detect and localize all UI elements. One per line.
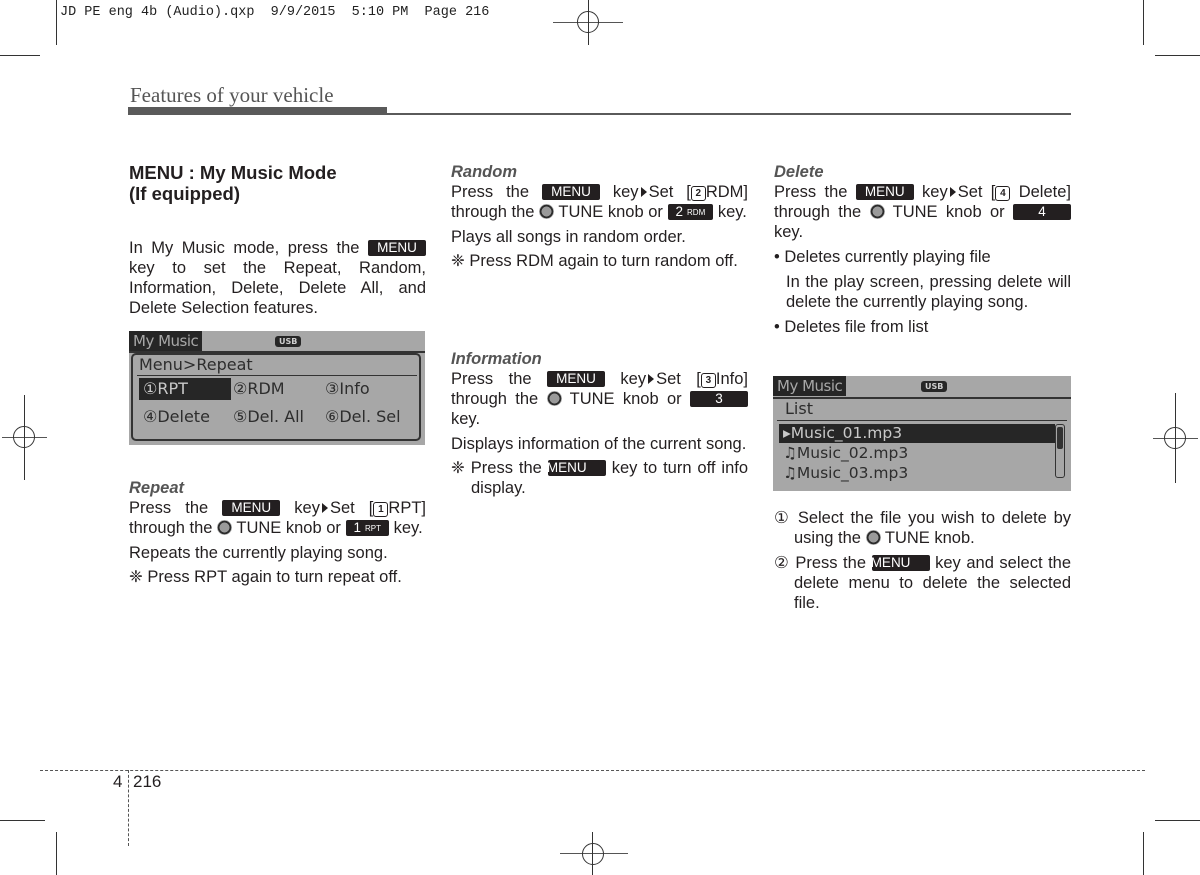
music-note-icon: ♫ bbox=[783, 464, 797, 482]
right-triangle-icon bbox=[949, 187, 956, 197]
delete-step-1: ① Select the file you wish to delete by … bbox=[774, 509, 1072, 547]
delete-bullet-list: • Deletes file from list bbox=[774, 318, 929, 336]
file-row[interactable]: ♫Music_02.mp3 bbox=[779, 444, 912, 463]
delete-steps: ① Select the file you wish to delete by … bbox=[774, 508, 1071, 613]
information-instructions: Press the MENU key Set [3 Info] through th… bbox=[451, 370, 748, 428]
random-heading: Random bbox=[451, 163, 517, 181]
repeat-description: Repeats the currently playing song. bbox=[129, 544, 388, 562]
menu-key: MENU bbox=[222, 500, 281, 516]
menu-option-delete[interactable]: ④Delete bbox=[139, 406, 214, 428]
menu-option-rdm[interactable]: ②RDM bbox=[229, 378, 289, 400]
scrollbar[interactable] bbox=[1055, 424, 1065, 478]
right-triangle-icon bbox=[321, 503, 328, 513]
column-1: MENU : My Music Mode (If equipped) In My… bbox=[129, 162, 426, 318]
crop-mark bbox=[0, 820, 45, 821]
tune-knob-icon bbox=[865, 530, 881, 545]
crop-mark bbox=[56, 0, 57, 45]
repeat-instructions: Press the MENU key Set [1 RPT] through the… bbox=[129, 499, 426, 537]
section-header-title: Features of your vehicle bbox=[130, 83, 334, 107]
screen-divider bbox=[137, 375, 417, 376]
information-note: ❈ Press the MENU key to turn off info di… bbox=[451, 459, 749, 497]
rdm-key: 2 RDM bbox=[667, 204, 714, 220]
tune-knob-icon bbox=[217, 520, 233, 535]
footer-divider bbox=[128, 770, 129, 846]
menu-breadcrumb: Menu>Repeat bbox=[139, 355, 253, 374]
tune-knob-icon bbox=[546, 391, 562, 406]
screen-divider bbox=[773, 397, 1071, 399]
header-rule bbox=[387, 113, 1071, 115]
menu-key: MENU bbox=[541, 184, 600, 200]
menu-option-rpt[interactable]: ①RPT bbox=[139, 378, 231, 400]
random-note: ❈ Press RDM again to turn random off. bbox=[451, 252, 738, 270]
delete-step-2: ② Press the MENU key and select the dele… bbox=[774, 554, 1072, 612]
rpt-key: 1 RPT bbox=[345, 520, 390, 536]
page-title: MENU : My Music Mode bbox=[129, 162, 337, 183]
screen-divider bbox=[777, 420, 1067, 421]
screen-tab: My Music bbox=[773, 376, 847, 396]
page-title-qualifier: (If equipped) bbox=[129, 183, 240, 204]
scrollbar-thumb[interactable] bbox=[1057, 427, 1063, 449]
menu-key: MENU bbox=[547, 460, 606, 476]
crop-mark bbox=[1143, 832, 1144, 875]
information-section: Information Press the MENU key Set [3 Info… bbox=[451, 349, 748, 498]
repeat-note: ❈ Press RPT again to turn repeat off. bbox=[129, 568, 402, 586]
tune-knob-icon bbox=[539, 204, 555, 219]
delete-bullet-current: • Deletes currently playing file bbox=[774, 248, 991, 266]
crop-mark bbox=[1155, 55, 1200, 56]
random-description: Plays all songs in random order. bbox=[451, 228, 686, 246]
number-3-icon: 3 bbox=[700, 373, 716, 388]
crop-mark bbox=[1155, 820, 1200, 821]
usb-source-badge: USB bbox=[921, 381, 948, 392]
file-row[interactable]: ♫Music_03.mp3 bbox=[779, 464, 912, 483]
number-2-icon: 2 bbox=[690, 186, 706, 201]
note-icon: ❈ bbox=[451, 252, 465, 270]
menu-key: MENU bbox=[367, 240, 426, 256]
music-note-icon: ♫ bbox=[783, 444, 797, 462]
header-rule bbox=[128, 107, 387, 115]
footer-rule bbox=[40, 770, 1145, 771]
delete-section: Delete Press the MENU key Set [4 Delete] … bbox=[774, 162, 1071, 337]
menu-option-del-sel[interactable]: ⑥Del. Sel bbox=[321, 406, 405, 428]
menu-key: MENU bbox=[871, 555, 930, 571]
menu-option-info[interactable]: ③Info bbox=[321, 378, 374, 400]
print-slug: JD PE eng 4b (Audio).qxp 9/9/2015 5:10 P… bbox=[60, 5, 490, 20]
repeat-heading: Repeat bbox=[129, 479, 185, 497]
delete-heading: Delete bbox=[774, 163, 824, 181]
menu-option-del-all[interactable]: ⑤Del. All bbox=[229, 406, 308, 428]
crop-mark bbox=[56, 832, 57, 875]
crop-mark bbox=[1143, 0, 1144, 45]
repeat-section: Repeat Press the MENU key Set [1 RPT] thro… bbox=[129, 478, 426, 587]
play-arrow-icon: ▸ bbox=[783, 424, 791, 442]
crop-mark bbox=[0, 55, 40, 56]
delete-instructions: Press the MENU key Set [4 Delete] through… bbox=[774, 183, 1071, 241]
intro-paragraph: In My Music mode, press the MENU key to … bbox=[129, 239, 426, 317]
menu-key: MENU bbox=[546, 371, 605, 387]
file-list-screen: My Music USB List ▸Music_01.mp3 ♫Music_0… bbox=[773, 376, 1071, 491]
random-instructions: Press the MENU key Set [2 RDM] through the… bbox=[451, 183, 748, 221]
list-breadcrumb: List bbox=[785, 399, 813, 418]
info-key: 3 bbox=[690, 391, 748, 407]
usb-source-badge: USB bbox=[275, 336, 302, 347]
number-4-icon: 4 bbox=[995, 186, 1011, 201]
information-description: Displays information of the current song… bbox=[451, 435, 747, 453]
section-number: 4 bbox=[113, 772, 123, 791]
note-icon: ❈ bbox=[129, 568, 143, 586]
right-triangle-icon bbox=[648, 374, 655, 384]
screen-tab: My Music bbox=[129, 331, 203, 351]
information-heading: Information bbox=[451, 350, 542, 368]
tune-knob-icon bbox=[869, 204, 885, 219]
note-icon: ❈ bbox=[451, 459, 465, 477]
page-number: 216 bbox=[133, 772, 162, 791]
repeat-menu-screen: My Music USB Menu>Repeat ①RPT ②RDM ③Info… bbox=[129, 331, 425, 445]
delete-key: 4 bbox=[1013, 204, 1071, 220]
number-1-icon: 1 bbox=[373, 502, 389, 517]
delete-bullet-current-desc: In the play screen, pressing delete will… bbox=[786, 273, 1071, 311]
random-section: Random Press the MENU key Set [2 RDM] thro… bbox=[451, 162, 748, 271]
menu-key: MENU bbox=[855, 184, 914, 200]
right-triangle-icon bbox=[640, 187, 647, 197]
file-row[interactable]: ▸Music_01.mp3 bbox=[779, 424, 1055, 443]
